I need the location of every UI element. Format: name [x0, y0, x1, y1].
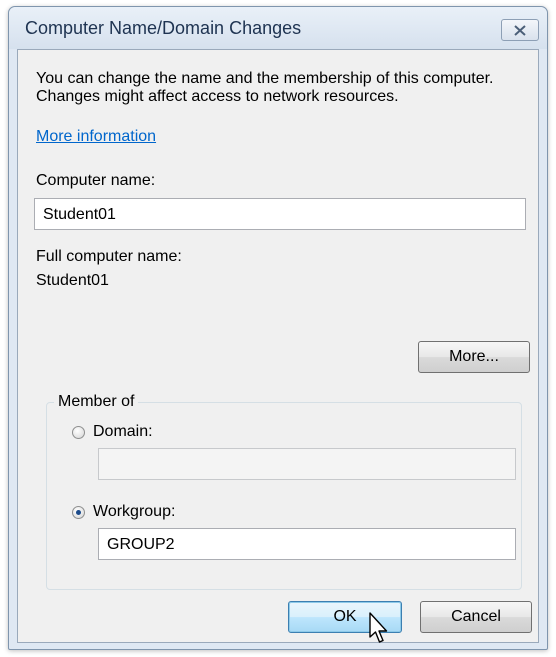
workgroup-radio-icon[interactable]: [72, 505, 85, 519]
ok-button[interactable]: OK: [288, 601, 402, 633]
domain-radio-icon[interactable]: [72, 425, 85, 439]
full-computer-name-value: Student01: [36, 272, 109, 289]
description-text: You can change the name and the membersh…: [36, 70, 494, 105]
workgroup-input[interactable]: GROUP2: [98, 528, 516, 560]
domain-label: Domain:: [93, 423, 153, 440]
domain-radio-option[interactable]: Domain:: [72, 423, 153, 441]
full-computer-name-label: Full computer name:: [36, 248, 182, 265]
computer-name-dialog: Computer Name/Domain Changes You can cha…: [8, 6, 548, 650]
member-of-legend: Member of: [54, 393, 139, 411]
workgroup-radio-option[interactable]: Workgroup:: [72, 503, 175, 521]
computer-name-input[interactable]: Student01: [34, 198, 526, 230]
dialog-body: You can change the name and the membersh…: [17, 49, 539, 643]
dialog-title: Computer Name/Domain Changes: [25, 18, 302, 38]
computer-name-label: Computer name:: [36, 172, 156, 189]
domain-input[interactable]: [98, 448, 516, 480]
close-button[interactable]: [501, 19, 539, 41]
more-button[interactable]: More...: [418, 341, 530, 373]
cancel-button[interactable]: Cancel: [420, 601, 532, 633]
title-bar[interactable]: Computer Name/Domain Changes: [9, 7, 547, 49]
close-icon: [514, 24, 526, 36]
more-information-link[interactable]: More information: [36, 128, 156, 146]
workgroup-label: Workgroup:: [93, 503, 176, 520]
